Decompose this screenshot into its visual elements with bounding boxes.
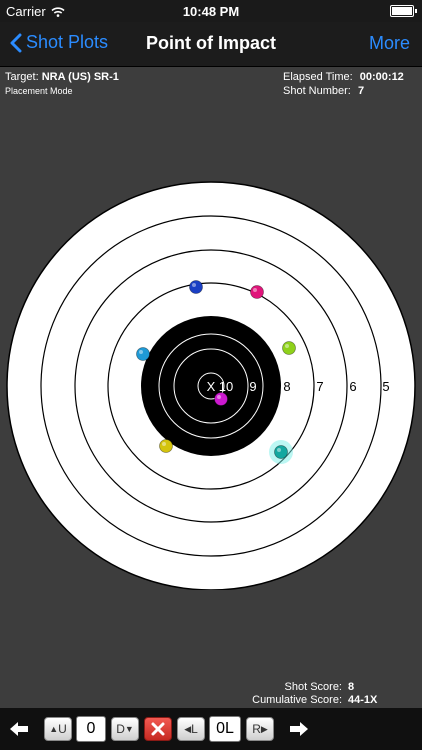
right-button[interactable]: R ▶ [246,717,274,741]
horizontal-value[interactable]: 0L [209,716,241,742]
ring-label: 10 [219,379,233,394]
ring-label: 8 [283,379,290,394]
triangle-left-icon: ◀ [184,723,192,734]
cumulative-score-value: 44-1X [348,694,378,706]
elapsed-label: Elapsed Time: [283,71,353,83]
up-label: U [58,722,67,736]
down-button[interactable]: D ▼ [111,717,139,741]
shot-mark[interactable] [136,347,150,361]
close-icon [151,722,165,736]
arrow-right-icon[interactable] [288,720,310,738]
target-canvas[interactable]: X 10 9 8 7 6 5 [0,180,422,590]
navigation-bar: Shot Plots Point of Impact More [0,22,422,67]
clock: 10:48 PM [182,4,240,19]
shot-mark[interactable] [214,392,228,406]
triangle-up-icon: ▲ [49,724,59,734]
adjust-toolbar: ▲ U 0 D ▼ ◀ L 0L R ▶ [0,708,422,750]
shot-score: Shot Score: 8 [285,681,388,693]
triangle-down-icon: ▼ [124,724,134,734]
more-button[interactable]: More [369,33,410,54]
cumulative-score: Cumulative Score: 44-1X [252,694,388,706]
vertical-value[interactable]: 0 [76,716,106,742]
target-info: Target: NRA (US) SR-1 [5,71,119,84]
page-title: Point of Impact [146,33,276,53]
shot-mark[interactable] [250,285,264,299]
shot-mark[interactable] [159,439,173,453]
status-bar: Carrier 10:48 PM [0,0,422,22]
shot-mark[interactable] [282,341,296,355]
up-button[interactable]: ▲ U [44,717,72,741]
ring-label: 5 [382,379,389,394]
right-label: R [252,722,261,736]
down-label: D [116,722,125,736]
shot-number: Shot Number: 7 [283,85,364,98]
elapsed-time: Elapsed Time: 00:00:12 [283,71,404,84]
triangle-right-icon: ▶ [260,723,268,734]
left-button[interactable]: ◀ L [177,717,205,741]
ring-label: 6 [349,379,356,394]
shot-number-value: 7 [357,85,365,97]
shot-mark[interactable] [269,440,293,464]
battery-icon [390,5,417,17]
target-value: NRA (US) SR-1 [41,71,119,83]
elapsed-value: 00:00:12 [359,71,404,83]
cancel-button[interactable] [144,717,172,741]
cumulative-score-label: Cumulative Score: [252,694,342,706]
ring-label: 9 [249,379,256,394]
target-label: Target: [5,71,39,83]
left-label: L [191,722,198,736]
ring-label: 7 [316,379,323,394]
shot-score-value: 8 [348,681,355,693]
shot-mark[interactable] [189,280,203,294]
shot-score-label: Shot Score: [284,681,342,693]
shot-number-label: Shot Number: [283,85,351,97]
ring-label: X [207,379,216,394]
mode-label: Placement Mode [5,86,73,96]
arrow-left-icon[interactable] [8,720,30,738]
